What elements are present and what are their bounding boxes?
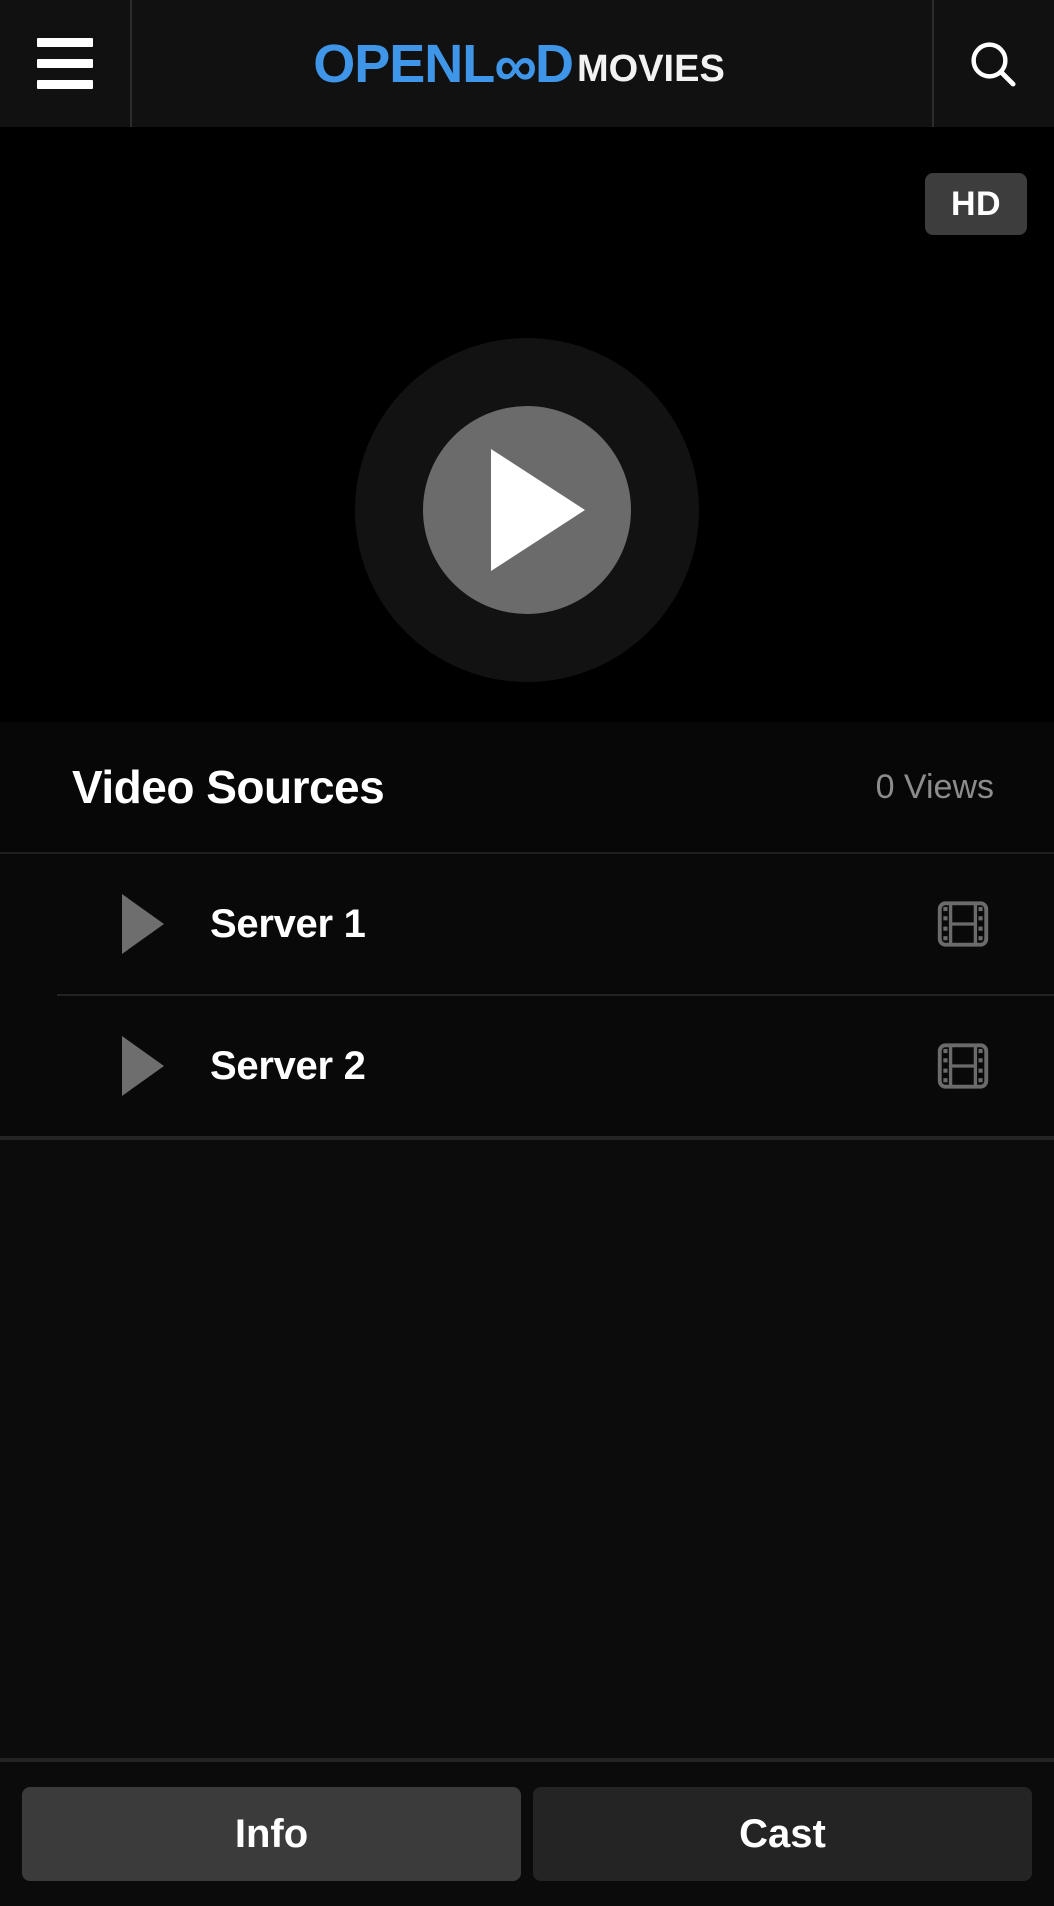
content-empty-area — [0, 1140, 1054, 1758]
app-root: OPENL ∞ D MOVIES HD Video Sources 0 View… — [0, 0, 1054, 1906]
film-strip-icon — [937, 1043, 989, 1089]
brand-logo[interactable]: OPENL ∞ D MOVIES — [130, 0, 932, 127]
play-icon — [491, 449, 585, 571]
brand-text-d: D — [535, 33, 574, 94]
view-count: 0 Views — [875, 767, 994, 806]
play-button-inner — [423, 406, 631, 614]
film-strip-icon — [937, 901, 989, 947]
video-sources-header: Video Sources 0 Views — [0, 722, 1054, 852]
play-icon — [122, 894, 164, 954]
hd-quality-badge[interactable]: HD — [925, 173, 1027, 235]
brand-wordmark: OPENL ∞ D MOVIES — [313, 31, 725, 99]
video-sources-panel: Video Sources 0 Views Server 1 Server 2 — [0, 722, 1054, 1140]
hamburger-menu-icon — [37, 80, 93, 89]
brand-text-movies: MOVIES — [577, 47, 725, 90]
server-row[interactable]: Server 2 — [0, 996, 1054, 1136]
server-list: Server 1 Server 2 — [0, 854, 1054, 1136]
server-name: Server 1 — [210, 901, 366, 946]
brand-text-open: OPENL — [313, 33, 495, 94]
play-icon — [122, 1036, 164, 1096]
bottom-action-bar: Info Cast — [0, 1762, 1054, 1906]
sources-bottom-divider — [0, 1136, 1054, 1140]
header-divider-right — [932, 0, 934, 127]
infinity-icon: ∞ — [494, 31, 537, 99]
hamburger-menu-button[interactable] — [0, 0, 130, 127]
server-row[interactable]: Server 1 — [0, 854, 1054, 994]
header-divider-left — [130, 0, 132, 127]
server-name: Server 2 — [210, 1043, 366, 1088]
app-header: OPENL ∞ D MOVIES — [0, 0, 1054, 127]
hamburger-menu-icon — [37, 38, 93, 47]
page-title: Video Sources — [72, 761, 385, 813]
info-button[interactable]: Info — [22, 1787, 521, 1881]
hamburger-menu-icon — [37, 59, 93, 68]
cast-button[interactable]: Cast — [533, 1787, 1032, 1881]
play-button[interactable] — [355, 338, 699, 682]
search-icon — [971, 41, 1016, 87]
search-button[interactable] — [932, 0, 1054, 127]
video-player[interactable]: HD — [0, 127, 1054, 722]
